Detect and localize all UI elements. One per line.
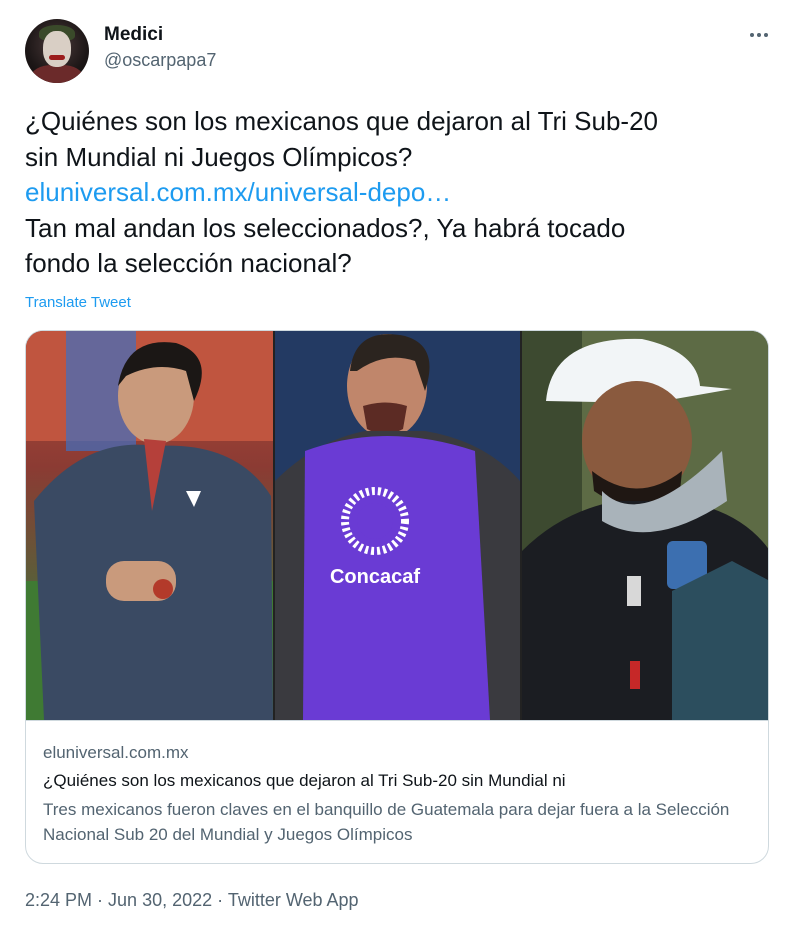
tweet-source[interactable]: Twitter Web App [228, 890, 359, 910]
more-options-button[interactable] [744, 24, 774, 46]
tweet-text: ¿Quiénes son los mexicanos que dejaron a… [25, 104, 785, 282]
meta-separator: · [212, 890, 228, 910]
avatar[interactable] [25, 19, 89, 83]
card-image: Concacaf [26, 331, 768, 720]
translate-tweet-link[interactable]: Translate Tweet [25, 294, 131, 311]
card-description: Tres mexicanos fueron claves en el banqu… [43, 800, 730, 844]
tweet: Medici @oscarpapa7 ¿Quiénes son los mexi… [0, 0, 800, 932]
card-info: eluniversal.com.mx ¿Quiénes son los mexi… [26, 720, 768, 863]
more-horizontal-icon [750, 33, 768, 37]
link-preview-card[interactable]: Concacaf eluniversal.com.mx ¿Quiénes son… [25, 330, 769, 864]
tweet-text-line: Tan mal andan los seleccionados?, Ya hab… [25, 212, 626, 243]
card-image-panel [26, 331, 273, 720]
card-domain: eluniversal.com.mx [43, 743, 189, 762]
meta-separator: · [92, 890, 109, 910]
tweet-text-line: fondo la selección nacional? [25, 248, 352, 278]
tweet-text-line: sin Mundial ni Juegos Olímpicos? [25, 141, 413, 172]
tweet-timestamp: 2:24 PM · Jun 30, 2022 · Twitter Web App [25, 890, 359, 911]
card-image-panel: Concacaf [275, 331, 520, 720]
concacaf-bib-text: Concacaf [330, 566, 420, 588]
author-display-name[interactable]: Medici [104, 24, 163, 46]
tweet-link[interactable]: eluniversal.com.mx/universal-depo… [25, 177, 451, 207]
tweet-text-line: ¿Quiénes son los mexicanos que dejaron a… [25, 106, 659, 136]
card-image-panel [522, 331, 768, 720]
tweet-date-link[interactable]: Jun 30, 2022 [108, 890, 212, 910]
author-handle[interactable]: @oscarpapa7 [104, 50, 216, 71]
tweet-time-link[interactable]: 2:24 PM [25, 890, 92, 910]
card-title: ¿Quiénes son los mexicanos que dejaron a… [43, 771, 566, 790]
